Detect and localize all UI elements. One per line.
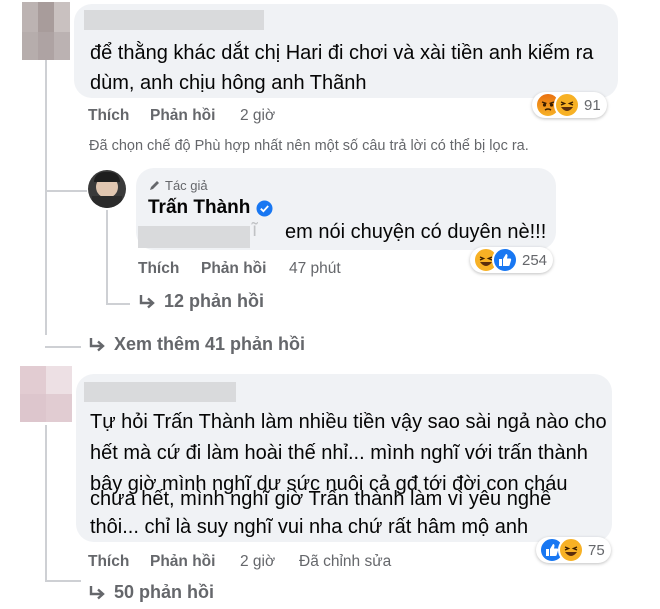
haha-icon — [554, 92, 580, 118]
view-replies-label[interactable]: 50 phản hồi — [114, 582, 214, 603]
redacted-tail: ĩ — [252, 220, 258, 241]
author-badge-label: Tác giả — [165, 178, 208, 193]
thread-connector — [106, 303, 130, 305]
verified-badge-icon — [256, 200, 273, 216]
reply-button[interactable]: Phản hồi — [150, 107, 215, 125]
filter-note: Đã chọn chế độ Phù hợp nhất nên một số c… — [89, 138, 529, 154]
avatar[interactable] — [20, 366, 72, 422]
reaction-count: 254 — [522, 251, 548, 269]
reply-arrow-icon — [139, 294, 155, 308]
reaction-summary[interactable]: 75 — [536, 537, 611, 563]
comment-text-line: Tự hỏi Trấn Thành làm nhiều tiền vậy sao… — [90, 411, 607, 433]
view-replies-label[interactable]: 12 phản hồi — [164, 291, 264, 312]
redacted-mention — [138, 226, 250, 248]
comment-text-line: hết mà cứ đi làm hoài thế nhỉ... mình ng… — [90, 442, 588, 464]
timestamp[interactable]: 47 phút — [289, 260, 341, 278]
comment-text-line: thôi... chỉ là suy nghĩ vui nha chứ rất … — [90, 516, 529, 538]
reply-arrow-icon — [89, 337, 105, 351]
reply-button[interactable]: Phản hồi — [150, 553, 215, 571]
author-avatar[interactable] — [88, 170, 126, 208]
author-name-row: Trấn Thành — [148, 197, 273, 219]
reply-button[interactable]: Phản hồi — [201, 260, 266, 278]
view-replies-link[interactable]: 50 phản hồi — [88, 582, 214, 603]
comment-text-line: để thằng khác dắt chị Hari đi chơi và xà… — [90, 42, 594, 64]
reaction-count: 75 — [588, 541, 605, 559]
reaction-summary[interactable]: 254 — [470, 247, 554, 273]
thread-line — [45, 425, 47, 580]
haha-icon — [558, 537, 584, 563]
view-more-replies-link[interactable]: Xem thêm 41 phản hồi — [88, 334, 305, 355]
edited-label[interactable]: Đã chỉnh sửa — [299, 553, 391, 571]
thread-connector — [45, 346, 81, 348]
like-icon — [492, 247, 518, 273]
comment-text-line: chưa hết, mình nghĩ giờ Trấn thành làm v… — [90, 488, 552, 510]
timestamp[interactable]: 2 giờ — [240, 107, 275, 125]
author-badge: Tác giả — [148, 178, 208, 193]
redacted-username — [84, 382, 236, 402]
pencil-icon — [150, 181, 159, 190]
avatar[interactable] — [22, 2, 70, 60]
view-replies-link[interactable]: 12 phản hồi — [138, 291, 264, 312]
comment-text-line: dùm, anh chịu hông anh Thãnh — [90, 72, 367, 94]
reply-arrow-icon — [89, 585, 105, 599]
author-name[interactable]: Trấn Thành — [148, 197, 250, 219]
thread-line — [45, 60, 47, 335]
thread-connector — [45, 580, 81, 582]
like-button[interactable]: Thích — [138, 260, 179, 278]
reaction-count: 91 — [584, 96, 601, 114]
redacted-username — [84, 10, 264, 30]
reply-text: em nói chuyện có duyên nè!!! — [285, 221, 547, 243]
thread-connector — [45, 190, 87, 192]
like-button[interactable]: Thích — [88, 553, 129, 571]
like-button[interactable]: Thích — [88, 107, 129, 125]
reaction-summary[interactable]: 91 — [532, 92, 607, 118]
timestamp[interactable]: 2 giờ — [240, 553, 275, 571]
view-more-replies-label[interactable]: Xem thêm 41 phản hồi — [114, 334, 305, 355]
thread-line — [106, 210, 108, 305]
